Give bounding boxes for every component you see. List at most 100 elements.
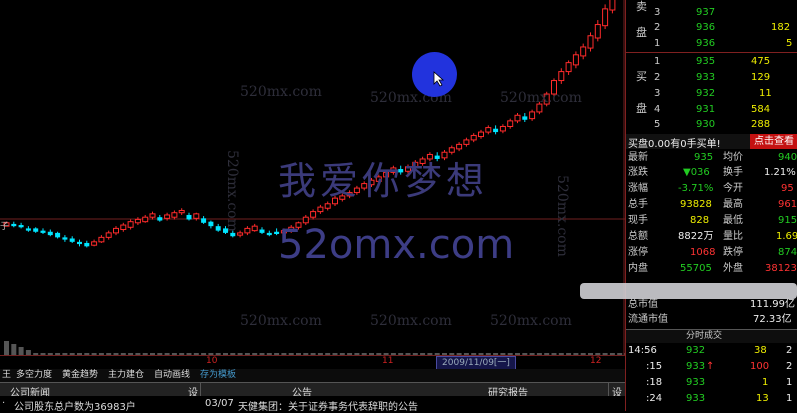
buy-level: 4 [654, 104, 661, 115]
trade-count: 2 [786, 361, 793, 372]
x-tick: 10 [206, 356, 218, 366]
candle-body [164, 214, 171, 219]
trade-count: 1 [786, 377, 793, 388]
candle-body [215, 226, 221, 231]
candle-body [178, 209, 185, 214]
stat-value: 1.21% [764, 167, 796, 178]
stat-value: 935 [694, 152, 714, 163]
candle-body [572, 54, 579, 66]
candle-body [113, 227, 119, 234]
trade-volume: 1 [762, 377, 769, 388]
candle-body [565, 62, 572, 73]
watermark-small: 520mx.com [240, 84, 322, 100]
stat-label: 内盘 [628, 263, 648, 274]
candle-body [580, 46, 587, 57]
buy-volume: 129 [751, 72, 771, 83]
candle [178, 208, 185, 215]
trade-time: 14:56 [628, 345, 657, 356]
candle-body [105, 232, 112, 238]
candle [120, 222, 127, 232]
stat-label: 最新 [628, 152, 648, 163]
candle [171, 210, 178, 220]
trades-header[interactable]: 分时成交 [626, 329, 797, 343]
trade-time: :15 [646, 361, 663, 372]
stat-value: 1.69 [776, 231, 797, 242]
candle-body [55, 232, 61, 238]
tab-save-template[interactable]: 存为模板 [200, 369, 236, 382]
watermark-url: 52omx.com [278, 222, 515, 268]
sell-level: 2 [654, 22, 661, 33]
candle [266, 230, 272, 237]
candle [514, 113, 521, 124]
buy-volume: 475 [751, 56, 771, 67]
candle [113, 226, 119, 236]
candle-body [317, 206, 324, 213]
candle [602, 4, 609, 30]
candle-body [594, 24, 601, 39]
volume-bar [11, 344, 17, 355]
float-cap-value: 72.33亿 [753, 314, 792, 325]
candle [11, 221, 17, 228]
candle-body [456, 143, 463, 150]
candle-body [91, 241, 98, 246]
candle [529, 109, 536, 121]
tab-auto-line[interactable]: 自动画线 [154, 369, 190, 382]
candle-body [558, 71, 565, 82]
stat-label: 涨跌 [628, 167, 648, 178]
candle-body [522, 116, 528, 120]
candle-body [244, 227, 251, 234]
candle-body [266, 232, 272, 236]
candle-body [478, 131, 484, 138]
announcement-date: 03/07 [205, 398, 234, 409]
candle-body [40, 230, 46, 233]
tab-indicator[interactable]: 王 [2, 369, 11, 382]
stat-value: 915 [778, 215, 797, 226]
stat-label: 总额 [628, 231, 648, 242]
watermark-small: 520mx.com [240, 313, 322, 329]
view-details-button[interactable]: 点击查看 [750, 134, 797, 149]
candle-body [485, 127, 492, 133]
stat-label: 量比 [723, 231, 743, 242]
stat-value: 940 [778, 152, 797, 163]
trades-title: 分时成交 [686, 331, 723, 341]
candle [33, 227, 39, 233]
tab-gold-trend[interactable]: 黄金趋势 [62, 369, 98, 382]
stat-value: 961 [778, 199, 797, 210]
trade-volume: 38 [754, 345, 767, 356]
buy-volume: 288 [751, 119, 771, 130]
trade-volume: 13 [756, 393, 769, 404]
tab-duokong[interactable]: 多空力度 [16, 369, 52, 382]
stat-value: 1068 [690, 247, 716, 258]
candle-body [602, 8, 609, 27]
candle-body [69, 238, 75, 242]
blurred-overlay [580, 283, 797, 299]
trade-price: 932 [686, 345, 706, 356]
candle-body [587, 35, 594, 49]
stat-value: 874 [778, 247, 797, 258]
sell-price: 937 [696, 7, 716, 18]
candle [127, 219, 134, 230]
stat-label: 涨停 [628, 247, 648, 258]
sell-volume: 5 [786, 38, 793, 49]
x-axis: 10 11 12 [0, 355, 625, 369]
candle [522, 113, 528, 122]
candle-body [193, 213, 200, 219]
candle [62, 235, 68, 242]
buy-volume: 584 [751, 104, 771, 115]
trade-volume: 100 [750, 361, 770, 372]
candle [157, 214, 163, 222]
stat-value: 38123 [765, 263, 797, 274]
stat-label: 总手 [628, 199, 648, 210]
indicator-tabs: 王 多空力度 黄金趋势 主力建仓 自动画线 存为模板 [0, 369, 625, 382]
candle-body [493, 128, 499, 133]
tab-main-force[interactable]: 主力建仓 [108, 369, 144, 382]
stat-value: 828 [690, 215, 710, 226]
float-cap-label: 流通市值 [628, 314, 668, 325]
candle-body [463, 139, 470, 145]
buy-price: 930 [696, 119, 716, 130]
candle [84, 240, 90, 248]
candle-body [11, 223, 17, 227]
candle [18, 222, 24, 229]
candle-body [470, 134, 477, 141]
candle [201, 216, 207, 224]
